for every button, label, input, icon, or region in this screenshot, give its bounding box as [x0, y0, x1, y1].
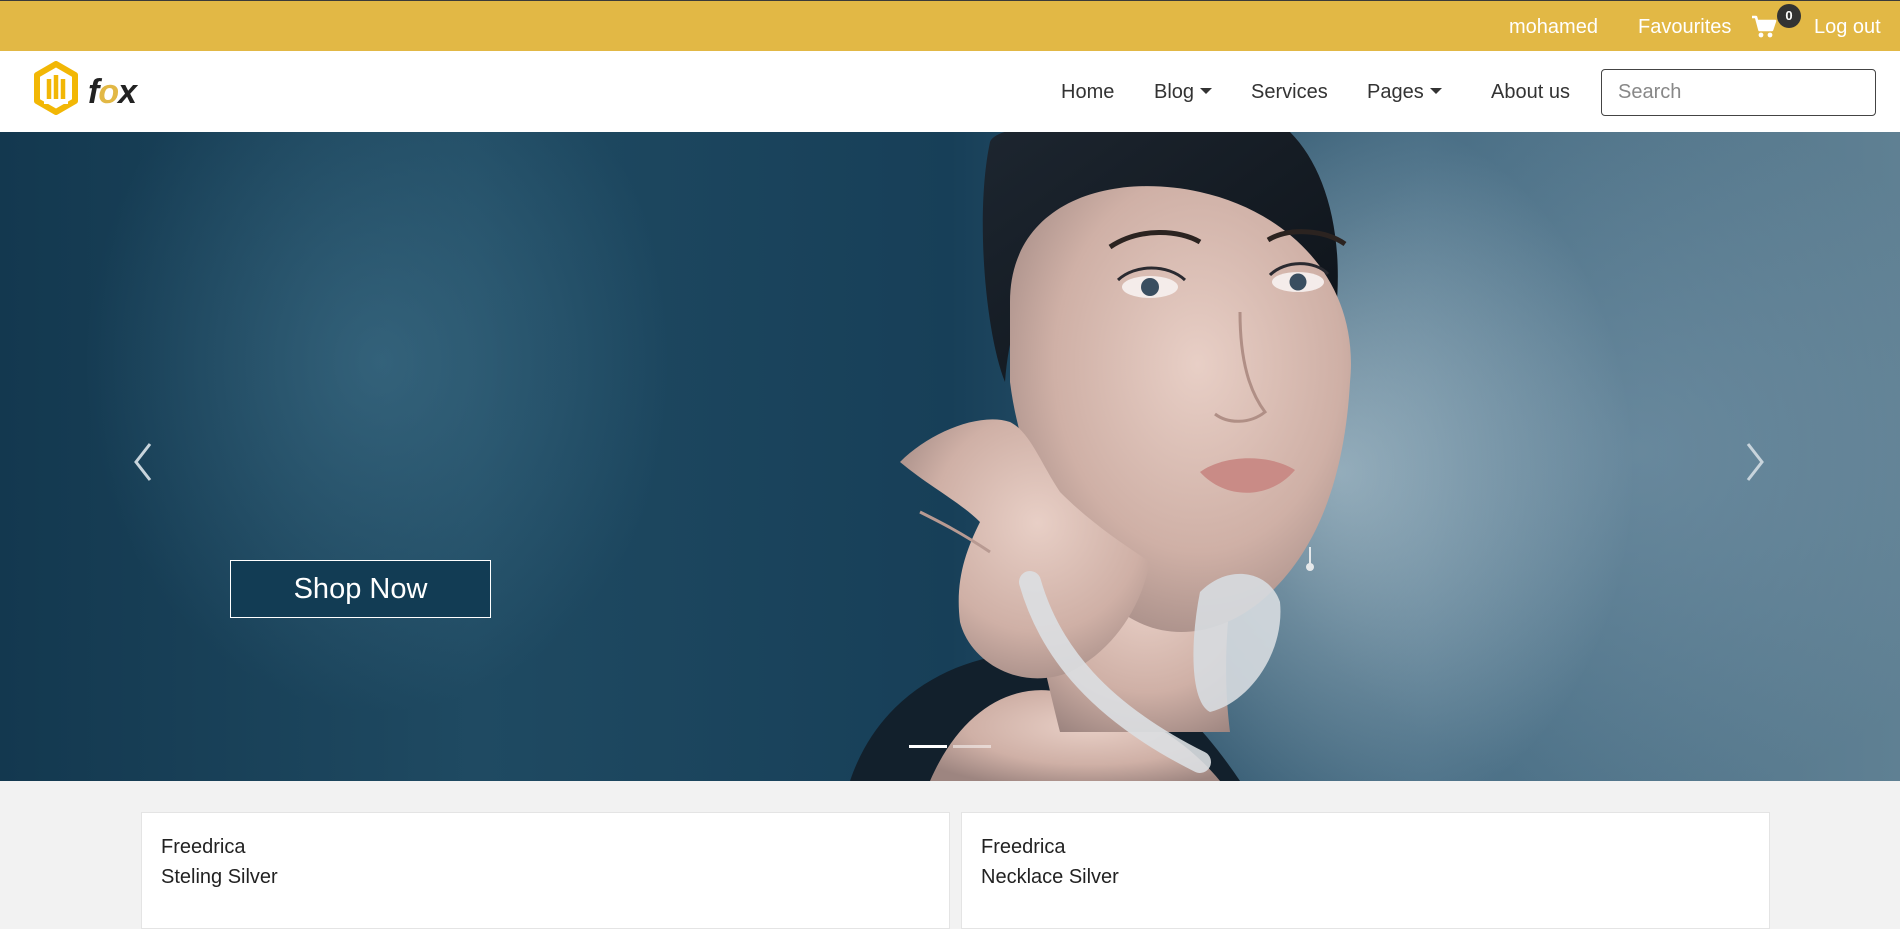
fox-logo-icon[interactable] [33, 61, 79, 115]
product-card[interactable]: Freedrica Steling Silver [141, 812, 950, 929]
brand-letter-x: x [118, 73, 137, 111]
nav-blog-label: Blog [1154, 81, 1195, 103]
carousel-indicator-1[interactable] [909, 745, 947, 748]
brand-letter-f: f [88, 73, 99, 111]
carousel-prev-icon[interactable] [122, 432, 162, 492]
user-name-link[interactable]: mohamed [1509, 16, 1598, 38]
favourites-link[interactable]: Favourites [1638, 16, 1731, 38]
caret-down-icon [1429, 88, 1442, 94]
product-name: Freedrica [161, 836, 246, 858]
product-description: Necklace Silver [981, 866, 1119, 888]
logout-link[interactable]: Log out [1814, 16, 1881, 38]
carousel-next-icon[interactable] [1736, 432, 1776, 492]
nav-home[interactable]: Home [1061, 81, 1114, 103]
brand-letter-o: o [98, 73, 119, 111]
product-description: Steling Silver [161, 866, 278, 888]
product-name: Freedrica [981, 836, 1066, 858]
hero-model-image [850, 132, 1351, 781]
search-input[interactable] [1601, 69, 1876, 116]
top-bar: mohamed Favourites 0 Log out [0, 0, 1900, 51]
product-card[interactable]: Freedrica Necklace Silver [961, 812, 1770, 929]
hero-carousel: Shop Now [0, 132, 1900, 781]
carousel-indicator-2[interactable] [953, 745, 991, 748]
caret-down-icon [1200, 88, 1213, 94]
main-navbar: fox Home Blog Services Pages About us [0, 51, 1900, 132]
nav-pages[interactable]: Pages [1367, 81, 1442, 103]
nav-about-us[interactable]: About us [1491, 81, 1570, 103]
shop-now-button[interactable]: Shop Now [230, 560, 491, 618]
nav-services[interactable]: Services [1251, 81, 1328, 103]
nav-pages-label: Pages [1367, 81, 1424, 103]
cart-icon[interactable] [1751, 15, 1777, 39]
brand-wordmark[interactable]: fox [88, 73, 137, 112]
cart-count-badge: 0 [1777, 4, 1801, 28]
nav-blog[interactable]: Blog [1154, 81, 1213, 103]
